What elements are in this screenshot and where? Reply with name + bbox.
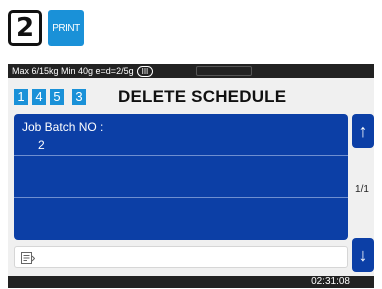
- scroll-down-button[interactable]: ↓: [352, 238, 374, 272]
- schedule-list: Job Batch NO : 2: [14, 114, 348, 240]
- clock-time: 02:31:08: [311, 276, 350, 287]
- scale-info-text: Max 6/15kg Min 40g e=d=2/5g: [12, 66, 134, 76]
- page-indicator: 1/1: [355, 184, 369, 195]
- list-item-label: Job Batch NO :: [22, 120, 104, 134]
- arrow-down-icon: ↓: [358, 244, 368, 265]
- scroll-controls: ↑ 1/1 ↓: [352, 114, 374, 272]
- print-key-button[interactable]: PRINT: [48, 10, 84, 46]
- step-number-badge: 2: [8, 10, 42, 46]
- menu-key-5[interactable]: 5: [50, 89, 64, 105]
- note-edit-icon: [21, 252, 35, 264]
- page-title: DELETE SCHEDULE: [118, 87, 287, 106]
- status-bar: Max 6/15kg Min 40g e=d=2/5g III: [8, 64, 374, 78]
- arrow-up-icon: ↑: [358, 120, 368, 141]
- list-item[interactable]: [14, 156, 348, 198]
- list-item-value: 2: [38, 138, 45, 152]
- scale-display: Max 6/15kg Min 40g e=d=2/5g III 1 4 5 3 D…: [8, 64, 374, 288]
- menu-key-3[interactable]: 3: [72, 89, 86, 105]
- list-item[interactable]: Job Batch NO : 2: [14, 114, 348, 156]
- menu-key-4[interactable]: 4: [32, 89, 46, 105]
- input-field[interactable]: [14, 246, 348, 268]
- scroll-up-button[interactable]: ↑: [352, 114, 374, 148]
- menu-key-1[interactable]: 1: [14, 89, 28, 105]
- footer-bar: 02:31:08: [8, 276, 374, 288]
- status-indicator-slot: [196, 66, 252, 76]
- title-row: 1 4 5 3 DELETE SCHEDULE: [8, 84, 374, 108]
- list-item[interactable]: [14, 198, 348, 240]
- accuracy-class-badge: III: [136, 66, 154, 77]
